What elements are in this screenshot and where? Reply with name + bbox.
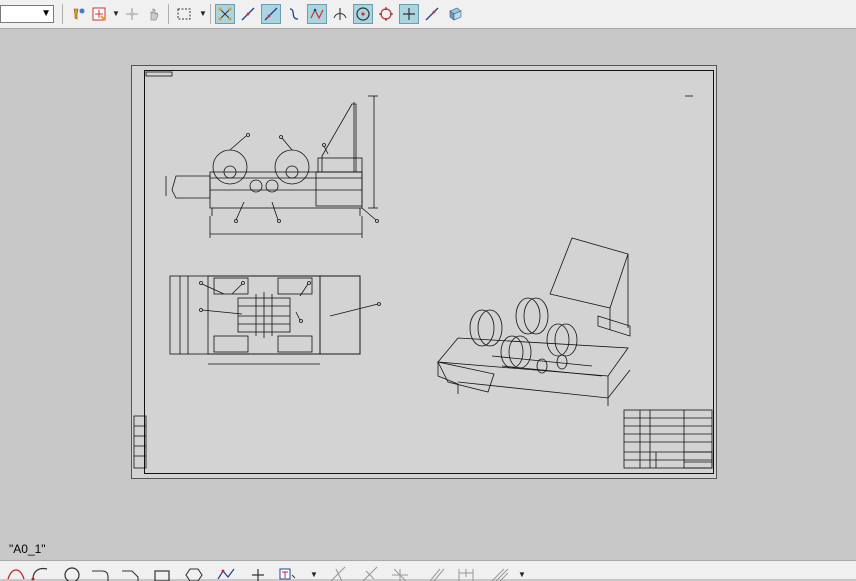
intersection-icon[interactable]: [330, 4, 350, 24]
toolbar-separator: [62, 4, 63, 24]
drawing-canvas[interactable]: [0, 29, 856, 560]
hand-icon[interactable]: [144, 4, 164, 24]
chevron-down-icon[interactable]: ▼: [41, 8, 51, 19]
layer-combo[interactable]: ▼: [0, 5, 54, 23]
line-snap-icon[interactable]: [238, 4, 258, 24]
angle-icon[interactable]: [307, 4, 327, 24]
toolbar-separator: [168, 4, 169, 24]
top-toolbar: ▼ ▼ ▼: [0, 0, 856, 29]
center-icon[interactable]: [353, 4, 373, 24]
cad-drawing: [133, 71, 713, 469]
curve-icon[interactable]: [284, 4, 304, 24]
chevron-down-icon[interactable]: ▼: [518, 570, 526, 579]
tangent-icon[interactable]: [376, 4, 396, 24]
view-3d-icon[interactable]: [445, 4, 465, 24]
isometric-view: [437, 237, 631, 406]
title-block: [133, 409, 713, 469]
chevron-down-icon[interactable]: ▼: [199, 9, 207, 18]
chevron-down-icon[interactable]: ▼: [112, 9, 120, 18]
chevron-down-icon[interactable]: ▼: [310, 570, 318, 579]
sheet-name-label: "A0_1": [9, 542, 46, 556]
extend-line-icon[interactable]: [422, 4, 442, 24]
top-view: [169, 275, 381, 365]
front-view: [165, 95, 379, 238]
filter-icon[interactable]: [69, 4, 89, 24]
move-icon[interactable]: [122, 4, 142, 24]
snap-point-icon[interactable]: [89, 4, 109, 24]
toolbar-separator: [210, 4, 211, 24]
select-box-icon[interactable]: [174, 4, 194, 24]
bottom-toolbar: ▼ ▼: [0, 560, 856, 581]
snap-node-icon[interactable]: [215, 4, 235, 24]
drawing-sheet: [131, 65, 717, 479]
crosshair-icon[interactable]: [399, 4, 419, 24]
perpendicular-icon[interactable]: [261, 4, 281, 24]
